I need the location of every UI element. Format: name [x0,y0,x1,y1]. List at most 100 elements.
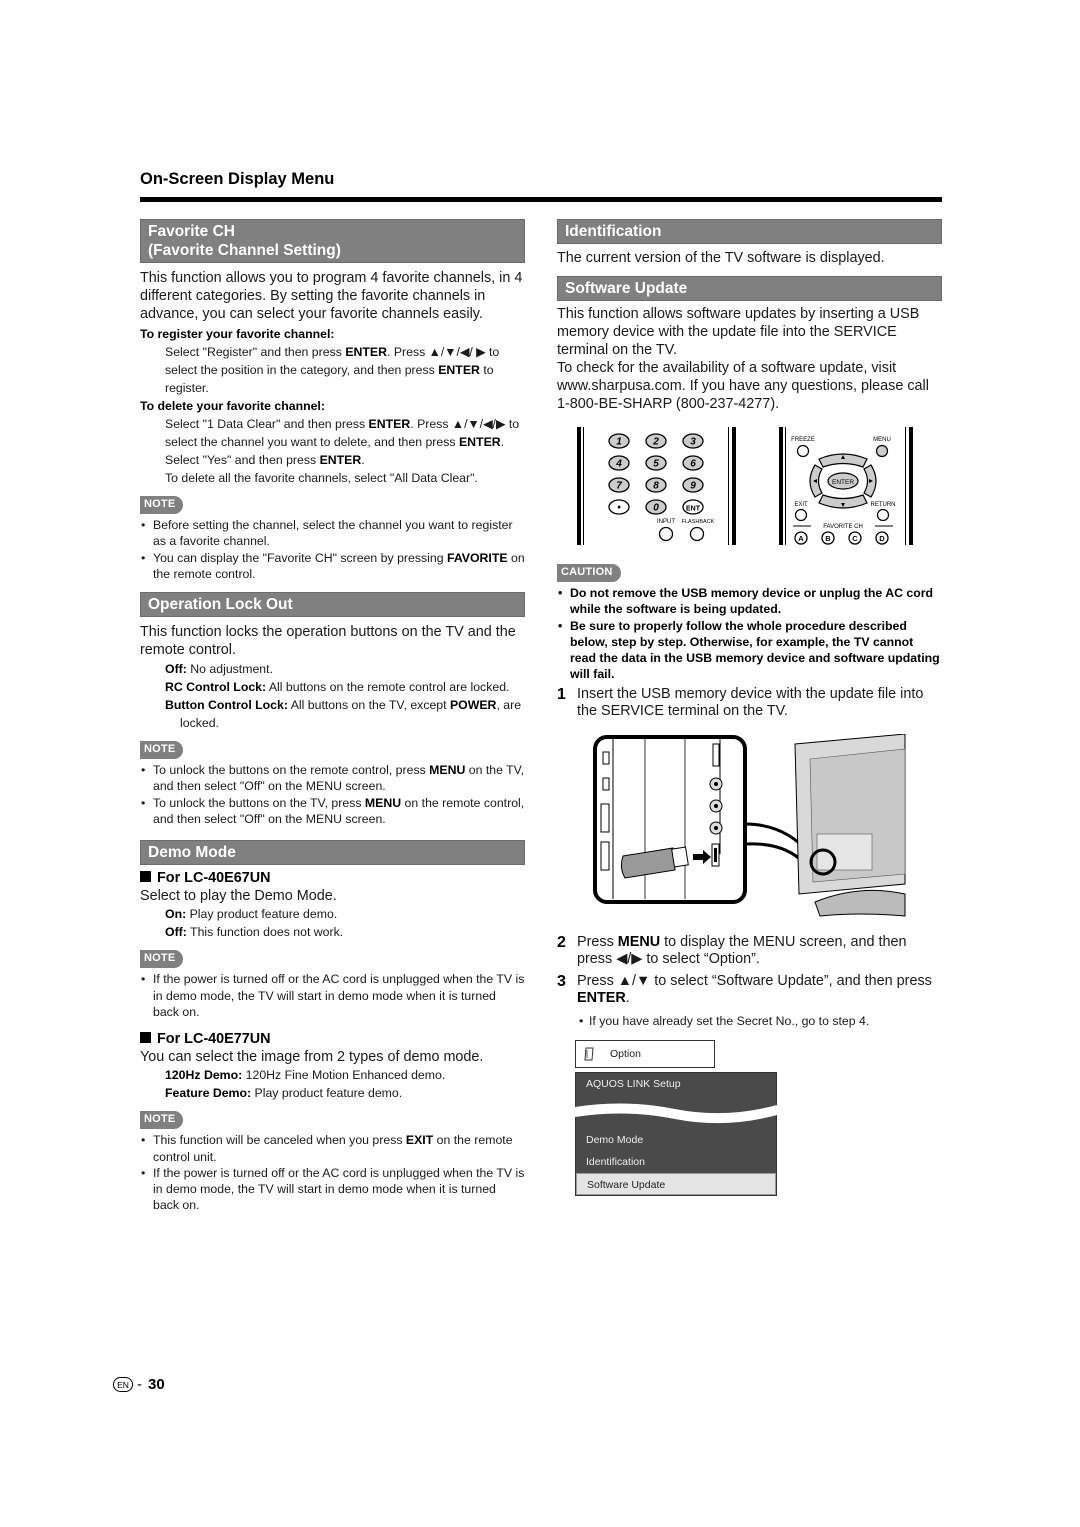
language-badge: EN [113,1377,133,1392]
favorite-ch-section: Favorite CH (Favorite Channel Setting) T… [140,219,525,582]
caution-item: Do not remove the USB memory device or u… [557,585,942,618]
software-update-heading: Software Update [557,276,942,301]
note-item: Before setting the channel, select the c… [140,517,525,550]
usb-insertion-illustration [585,733,942,924]
favorite-notes: Before setting the channel, select the c… [140,517,525,582]
return-button [876,508,890,522]
right-column: Identification The current version of th… [557,219,942,1196]
title-rule [140,197,942,202]
menu-button [875,444,889,458]
usb-insertion-svg [593,733,906,917]
remote-control-svg: 1 2 3 4 5 6 7 8 9 • 0 ENT INPUT FLASHBACK FREEZE ME… [577,427,913,545]
lock-option-off: Off: No adjustment. [165,662,273,677]
demo-option-120hz: 120Hz Demo: 120Hz Fine Motion Enhanced d… [165,1068,446,1083]
demo-notes-1: If the power is turned off or the AC cor… [140,971,525,1020]
note-item: To unlock the buttons on the TV, press M… [140,795,525,828]
demo-option-feature: Feature Demo: Play product feature demo. [165,1086,403,1101]
note-badge: NOTE [140,496,184,514]
model-heading-e67: For LC-40E67UN [140,869,525,887]
step-3: 3 Press ▲/▼ to select “Software Update”, … [557,973,942,1030]
delete-subhead: To delete your favorite channel: [140,399,325,413]
osd-menu-list: AQUOS LINK Setup Demo Mode Identificatio… [575,1071,777,1196]
register-instructions: Select "Register" and then press ENTER. … [165,345,500,395]
numpad-label: 1 [616,437,622,448]
note-badge: NOTE [140,1111,184,1130]
step-2: 2 Press MENU to display the MENU screen, … [557,933,907,967]
page-footer: EN - 30 [113,1376,165,1393]
step-1: 1 Insert the USB memory device with the u… [557,685,924,719]
favorite-ch-buttons: A B C D [794,531,889,545]
svg-text:FREEZE: FREEZE [791,437,815,443]
page-number: 30 [148,1376,165,1393]
software-intro-1: This function allows software updates by… [557,306,920,358]
numpad-label: 3 [690,437,696,448]
step-3-note: If you have already set the Secret No., … [577,1013,942,1030]
svg-text:FLASHBACK: FLASHBACK [682,519,715,525]
numpad-label: 5 [653,459,659,470]
identification-heading: Identification [557,219,942,244]
operation-lock-heading: Operation Lock Out [140,592,525,618]
steps-list-2: 2 Press MENU to display the MENU screen, … [557,934,942,1030]
favorite-button-label: D [879,534,885,543]
option-icon [584,1047,594,1061]
demo-mode-heading: Demo Mode [140,840,525,866]
numpad-buttons: 1 2 3 4 5 6 7 8 9 • 0 ENT [608,433,704,515]
lock-option-rc: RC Control Lock: All buttons on the remo… [165,680,510,695]
numpad-label: 2 [652,437,659,448]
svg-text:RETURN: RETURN [871,502,896,508]
square-bullet-icon [140,1032,151,1044]
software-intro-2: To check for the availability of a softw… [557,360,929,412]
caution-item: Be sure to properly follow the whole pro… [557,618,942,683]
note-item: You can display the "Favorite CH" screen… [140,550,525,583]
numpad-label: ENT [686,506,701,513]
delete-instructions: Select "1 Data Clear" and then press ENT… [165,417,520,485]
demo-option-off: Off: This function does not work. [165,925,344,940]
demo-mode-section: Demo Mode For LC-40E67UN Select to play … [140,840,525,1213]
model2-intro: You can select the image from 2 types of… [140,1049,484,1066]
favorite-intro: This function allows you to program 4 fa… [140,270,523,322]
left-column: Favorite CH (Favorite Channel Setting) T… [140,219,525,1214]
remote-control-illustration: 1 2 3 4 5 6 7 8 9 • 0 ENT INPUT FLASHBACK FREEZE ME… [567,425,942,550]
identification-text: The current version of the TV software i… [557,250,885,266]
favorite-button-label: A [798,534,804,543]
osd-title-label: Option [610,1047,641,1060]
demo-option-on: On: Play product feature demo. [165,907,338,922]
demo-notes-2: This function will be canceled when you … [140,1132,525,1213]
svg-text:MENU: MENU [873,437,891,443]
osd-item-aquos-link[interactable]: AQUOS LINK Setup [576,1073,776,1095]
page-title: On-Screen Display Menu [140,170,335,188]
lock-option-button: Button Control Lock: All buttons on the … [165,698,522,731]
osd-item-software-update[interactable]: Software Update [576,1172,776,1195]
osd-item-identification[interactable]: Identification [576,1151,776,1173]
square-bullet-icon [140,871,151,883]
svg-text:ENTER: ENTER [832,479,854,486]
heading-line-1: Favorite CH [148,223,235,240]
osd-option-title: Option [575,1039,715,1068]
svg-text:INPUT: INPUT [657,519,675,525]
flashback-button [689,526,705,542]
operation-lock-section: Operation Lock Out This function locks t… [140,592,525,827]
freeze-button [796,444,810,458]
note-item: This function will be canceled when you … [140,1132,525,1165]
osd-item-demo-mode[interactable]: Demo Mode [576,1129,776,1151]
numpad-label: • [617,503,621,514]
svg-text:FAVORITE CH: FAVORITE CH [823,524,863,530]
favorite-button-label: B [825,534,831,543]
footer-separator: - [137,1376,142,1393]
svg-text:EXIT: EXIT [794,502,808,508]
caution-list: Do not remove the USB memory device or u… [557,585,942,683]
note-item: If the power is turned off or the AC cor… [140,1165,525,1214]
register-subhead: To register your favorite channel: [140,327,335,341]
identification-section: Identification The current version of th… [557,219,942,267]
heading-line-2: (Favorite Channel Setting) [148,242,341,259]
software-update-section: Software Update This function allows sof… [557,276,942,1196]
lock-notes: To unlock the buttons on the remote cont… [140,762,525,827]
favorite-ch-heading: Favorite CH (Favorite Channel Setting) [140,219,525,263]
note-item: If the power is turned off or the AC cor… [140,971,525,1020]
model-heading-e77: For LC-40E77UN [140,1030,525,1048]
note-badge: NOTE [140,950,184,969]
note-badge: NOTE [140,741,184,760]
osd-menu-illustration: Option AQUOS LINK Setup Demo Mode Identi… [575,1039,777,1196]
numpad-label: 9 [690,481,696,492]
numpad-label: 7 [616,481,622,492]
